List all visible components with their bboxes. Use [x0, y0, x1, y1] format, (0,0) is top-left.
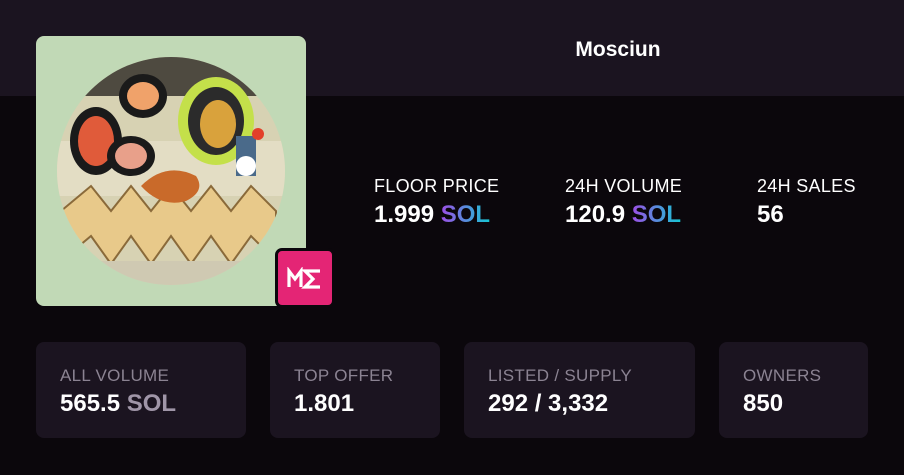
floor-price-unit: SOL: [440, 201, 491, 228]
sales-24h-value: 56: [757, 201, 784, 228]
floor-price-label: FLOOR PRICE: [374, 176, 500, 196]
volume-24h-amount: 120.9: [565, 201, 626, 228]
floor-price-amount: 1.999: [374, 201, 435, 228]
all-volume-amount: 565.5: [60, 390, 121, 417]
all-volume-unit: SOL: [126, 390, 177, 417]
all-volume-label: ALL VOLUME: [60, 366, 170, 385]
collection-image[interactable]: [36, 36, 306, 306]
magic-eden-logo-icon: [287, 267, 320, 289]
magic-eden-badge: [275, 248, 335, 308]
volume-24h-stat: 24H VOLUME 120.9 SOL: [565, 176, 682, 229]
top-offer-card: TOP OFFER 1.801: [270, 342, 440, 438]
top-offer-label: TOP OFFER: [294, 366, 394, 385]
collection-title: Mosciun: [575, 38, 661, 61]
all-volume-value: 565.5 SOL: [60, 390, 246, 418]
listed-supply-label: LISTED / SUPPLY: [488, 366, 633, 385]
volume-24h-unit: SOL: [631, 201, 682, 228]
collage-artwork-icon: [57, 57, 285, 285]
owners-label: OWNERS: [743, 366, 822, 385]
floor-price-stat: FLOOR PRICE 1.999 SOL: [374, 176, 499, 229]
top-offer-value: 1.801: [294, 390, 355, 417]
listed-supply-value: 292 / 3,332: [488, 390, 609, 417]
owners-value: 850: [743, 390, 784, 417]
volume-24h-value: 120.9 SOL: [565, 201, 682, 229]
floor-price-value: 1.999 SOL: [374, 201, 499, 229]
listed-supply-card: LISTED / SUPPLY 292 / 3,332: [464, 342, 695, 438]
owners-card: OWNERS 850: [719, 342, 868, 438]
sales-24h-stat: 24H SALES 56: [757, 176, 856, 229]
sales-24h-label: 24H SALES: [757, 176, 856, 196]
volume-24h-label: 24H VOLUME: [565, 176, 683, 196]
all-volume-card: ALL VOLUME 565.5 SOL: [36, 342, 246, 438]
